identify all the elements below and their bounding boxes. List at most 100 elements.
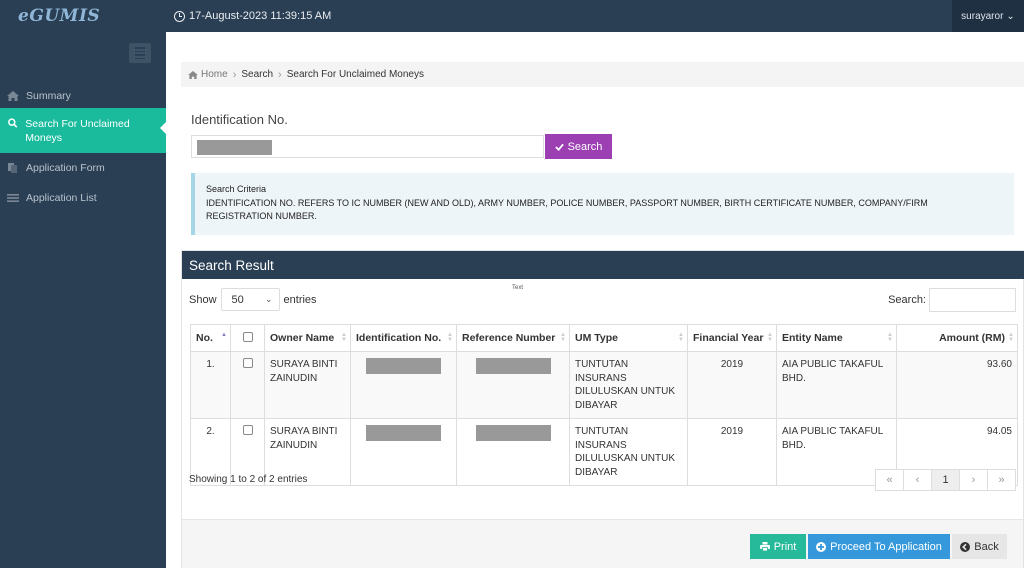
entries-label: entries: [283, 293, 317, 306]
owner-name: SURAYA BINTI ZAINUDIN: [264, 351, 351, 419]
sidebar-item-application-list[interactable]: Application List: [0, 186, 166, 210]
pagination-last[interactable]: »: [987, 469, 1016, 491]
list-icon: [7, 194, 19, 202]
table-search: Search:: [888, 288, 1016, 312]
table-search-input[interactable]: [929, 288, 1016, 312]
reference-number: [456, 351, 570, 419]
chevron-right-icon: ›: [232, 68, 237, 81]
pagination-next[interactable]: ›: [959, 469, 988, 491]
criteria-text: IDENTIFICATION NO. REFERS TO IC NUMBER (…: [206, 197, 928, 222]
datetime-text: 17-August-2023 11:39:15 AM: [189, 10, 332, 22]
column-header-no[interactable]: No. ▲: [190, 324, 231, 352]
breadcrumb-home-label: Home: [201, 69, 228, 80]
entries-value: 50: [231, 293, 244, 306]
breadcrumb-search[interactable]: Search: [241, 69, 273, 80]
home-icon: [188, 70, 198, 79]
redacted-value: [475, 358, 551, 374]
menu-toggle-button[interactable]: [129, 43, 151, 63]
main-content: Home › Search › Search For Unclaimed Mon…: [166, 32, 1024, 568]
identification-number: [350, 418, 457, 486]
table-header-row: No. ▲ Owner Name ▲ ▼ Identification No. ▲ ▼ R…: [190, 324, 1018, 352]
show-label: Show: [189, 293, 217, 306]
identification-input[interactable]: [191, 135, 544, 158]
amount: 93.60: [896, 351, 1018, 419]
sidebar-item-label: Search For Unclaimed Moneys: [25, 118, 130, 144]
entity-name: AIA PUBLIC TAKAFUL BHD.: [776, 351, 897, 419]
check-icon: [554, 143, 564, 151]
column-header-entity[interactable]: Entity Name ▲ ▼: [776, 324, 897, 352]
pagination-first[interactable]: «: [875, 469, 904, 491]
show-entries-control: Show 50 ⌄ entries: [189, 288, 317, 311]
printer-icon: [759, 542, 770, 551]
column-header-um-type[interactable]: UM Type ▲ ▼: [569, 324, 688, 352]
search-criteria-note: Search Criteria IDENTIFICATION NO. REFER…: [191, 173, 1014, 235]
user-menu[interactable]: surayaror ⌄: [952, 0, 1024, 32]
identification-number: [350, 351, 457, 419]
proceed-to-application-button[interactable]: Proceed To Application: [808, 534, 950, 559]
print-button[interactable]: Print: [750, 534, 806, 559]
redacted-value: [366, 358, 441, 374]
sidebar-item-application-form[interactable]: Application Form: [0, 156, 166, 180]
datetime-display: 17-August-2023 11:39:15 AM: [174, 0, 331, 32]
print-button-label: Print: [773, 540, 797, 553]
row-checkbox[interactable]: [242, 425, 253, 435]
identification-label: Identification No.: [191, 112, 288, 127]
search-result-panel: Search Result Show 50 ⌄ entries Text Sea…: [181, 250, 1024, 568]
chevron-down-icon: ⌄: [264, 294, 273, 304]
plus-circle-icon: [816, 541, 827, 552]
row-select-cell: [230, 351, 265, 419]
row-number: 1.: [190, 351, 231, 419]
pagination-previous[interactable]: ‹: [903, 469, 932, 491]
column-header-select: [230, 324, 265, 352]
back-button-label: Back: [974, 540, 999, 553]
reference-number: [456, 418, 570, 486]
sidebar: Summary Search For Unclaimed Moneys Appl…: [0, 32, 166, 568]
username: surayaror: [961, 10, 1004, 22]
app-logo[interactable]: eGUMIS: [18, 6, 100, 26]
back-button[interactable]: Back: [952, 534, 1007, 559]
search-button-label: Search: [567, 140, 603, 153]
home-icon: [7, 91, 19, 101]
redacted-value: [197, 140, 272, 155]
column-header-owner[interactable]: Owner Name ▲ ▼: [264, 324, 351, 352]
criteria-title: Search Criteria: [206, 184, 267, 194]
column-header-financial-year[interactable]: Financial Year ▲ ▼: [687, 324, 777, 352]
hamburger-icon: [135, 47, 145, 49]
arrow-left-circle-icon: [960, 541, 971, 552]
sidebar-item-label: Summary: [26, 90, 71, 102]
action-bar: Print Proceed To Application Back: [182, 519, 1023, 568]
row-checkbox[interactable]: [242, 358, 253, 368]
column-header-amount[interactable]: Amount (RM) ▲ ▼: [896, 324, 1018, 352]
chevron-down-icon: ⌄: [1006, 10, 1015, 22]
entries-select[interactable]: 50 ⌄: [220, 288, 280, 311]
um-type: TUNTUTAN INSURANS DILULUSKAN UNTUK DIBAY…: [569, 351, 688, 419]
financial-year: 2019: [687, 418, 777, 486]
chevron-right-icon: ›: [278, 68, 282, 81]
table-info: Showing 1 to 2 of 2 entries: [189, 474, 308, 485]
breadcrumb-current: Search For Unclaimed Moneys: [286, 69, 424, 80]
search-button[interactable]: Search: [545, 134, 612, 159]
um-type: TUNTUTAN INSURANS DILULUSKAN UNTUK DIBAY…: [569, 418, 688, 486]
pagination: « ‹ 1 › »: [875, 469, 1016, 491]
redacted-value: [366, 425, 441, 441]
select-all-checkbox[interactable]: [242, 331, 253, 342]
breadcrumb: Home › Search › Search For Unclaimed Mon…: [181, 62, 1024, 87]
redacted-value: [475, 425, 551, 441]
pagination-page[interactable]: 1: [931, 469, 960, 491]
breadcrumb-home[interactable]: Home: [188, 69, 228, 80]
sidebar-item-label: Application Form: [26, 162, 105, 174]
results-table: No. ▲ Owner Name ▲ ▼ Identification No. ▲ ▼ R…: [190, 324, 1018, 486]
sidebar-item-search[interactable]: Search For Unclaimed Moneys: [0, 108, 166, 153]
search-icon: [8, 118, 18, 128]
sidebar-item-label: Application List: [26, 192, 97, 204]
search-result-title: Search Result: [182, 251, 1024, 279]
logo-area: eGUMIS: [0, 0, 166, 32]
proceed-button-label: Proceed To Application: [830, 540, 942, 553]
sidebar-item-summary[interactable]: Summary: [0, 84, 166, 108]
table-search-label: Search:: [888, 294, 926, 306]
column-header-identification[interactable]: Identification No. ▲ ▼: [350, 324, 457, 352]
table-row: 1. SURAYA BINTI ZAINUDIN TUNTUTAN INSURA…: [190, 351, 1018, 419]
text-note: Text: [512, 285, 524, 291]
column-header-reference[interactable]: Reference Number ▲ ▼: [456, 324, 570, 352]
clock-icon: [174, 10, 185, 22]
